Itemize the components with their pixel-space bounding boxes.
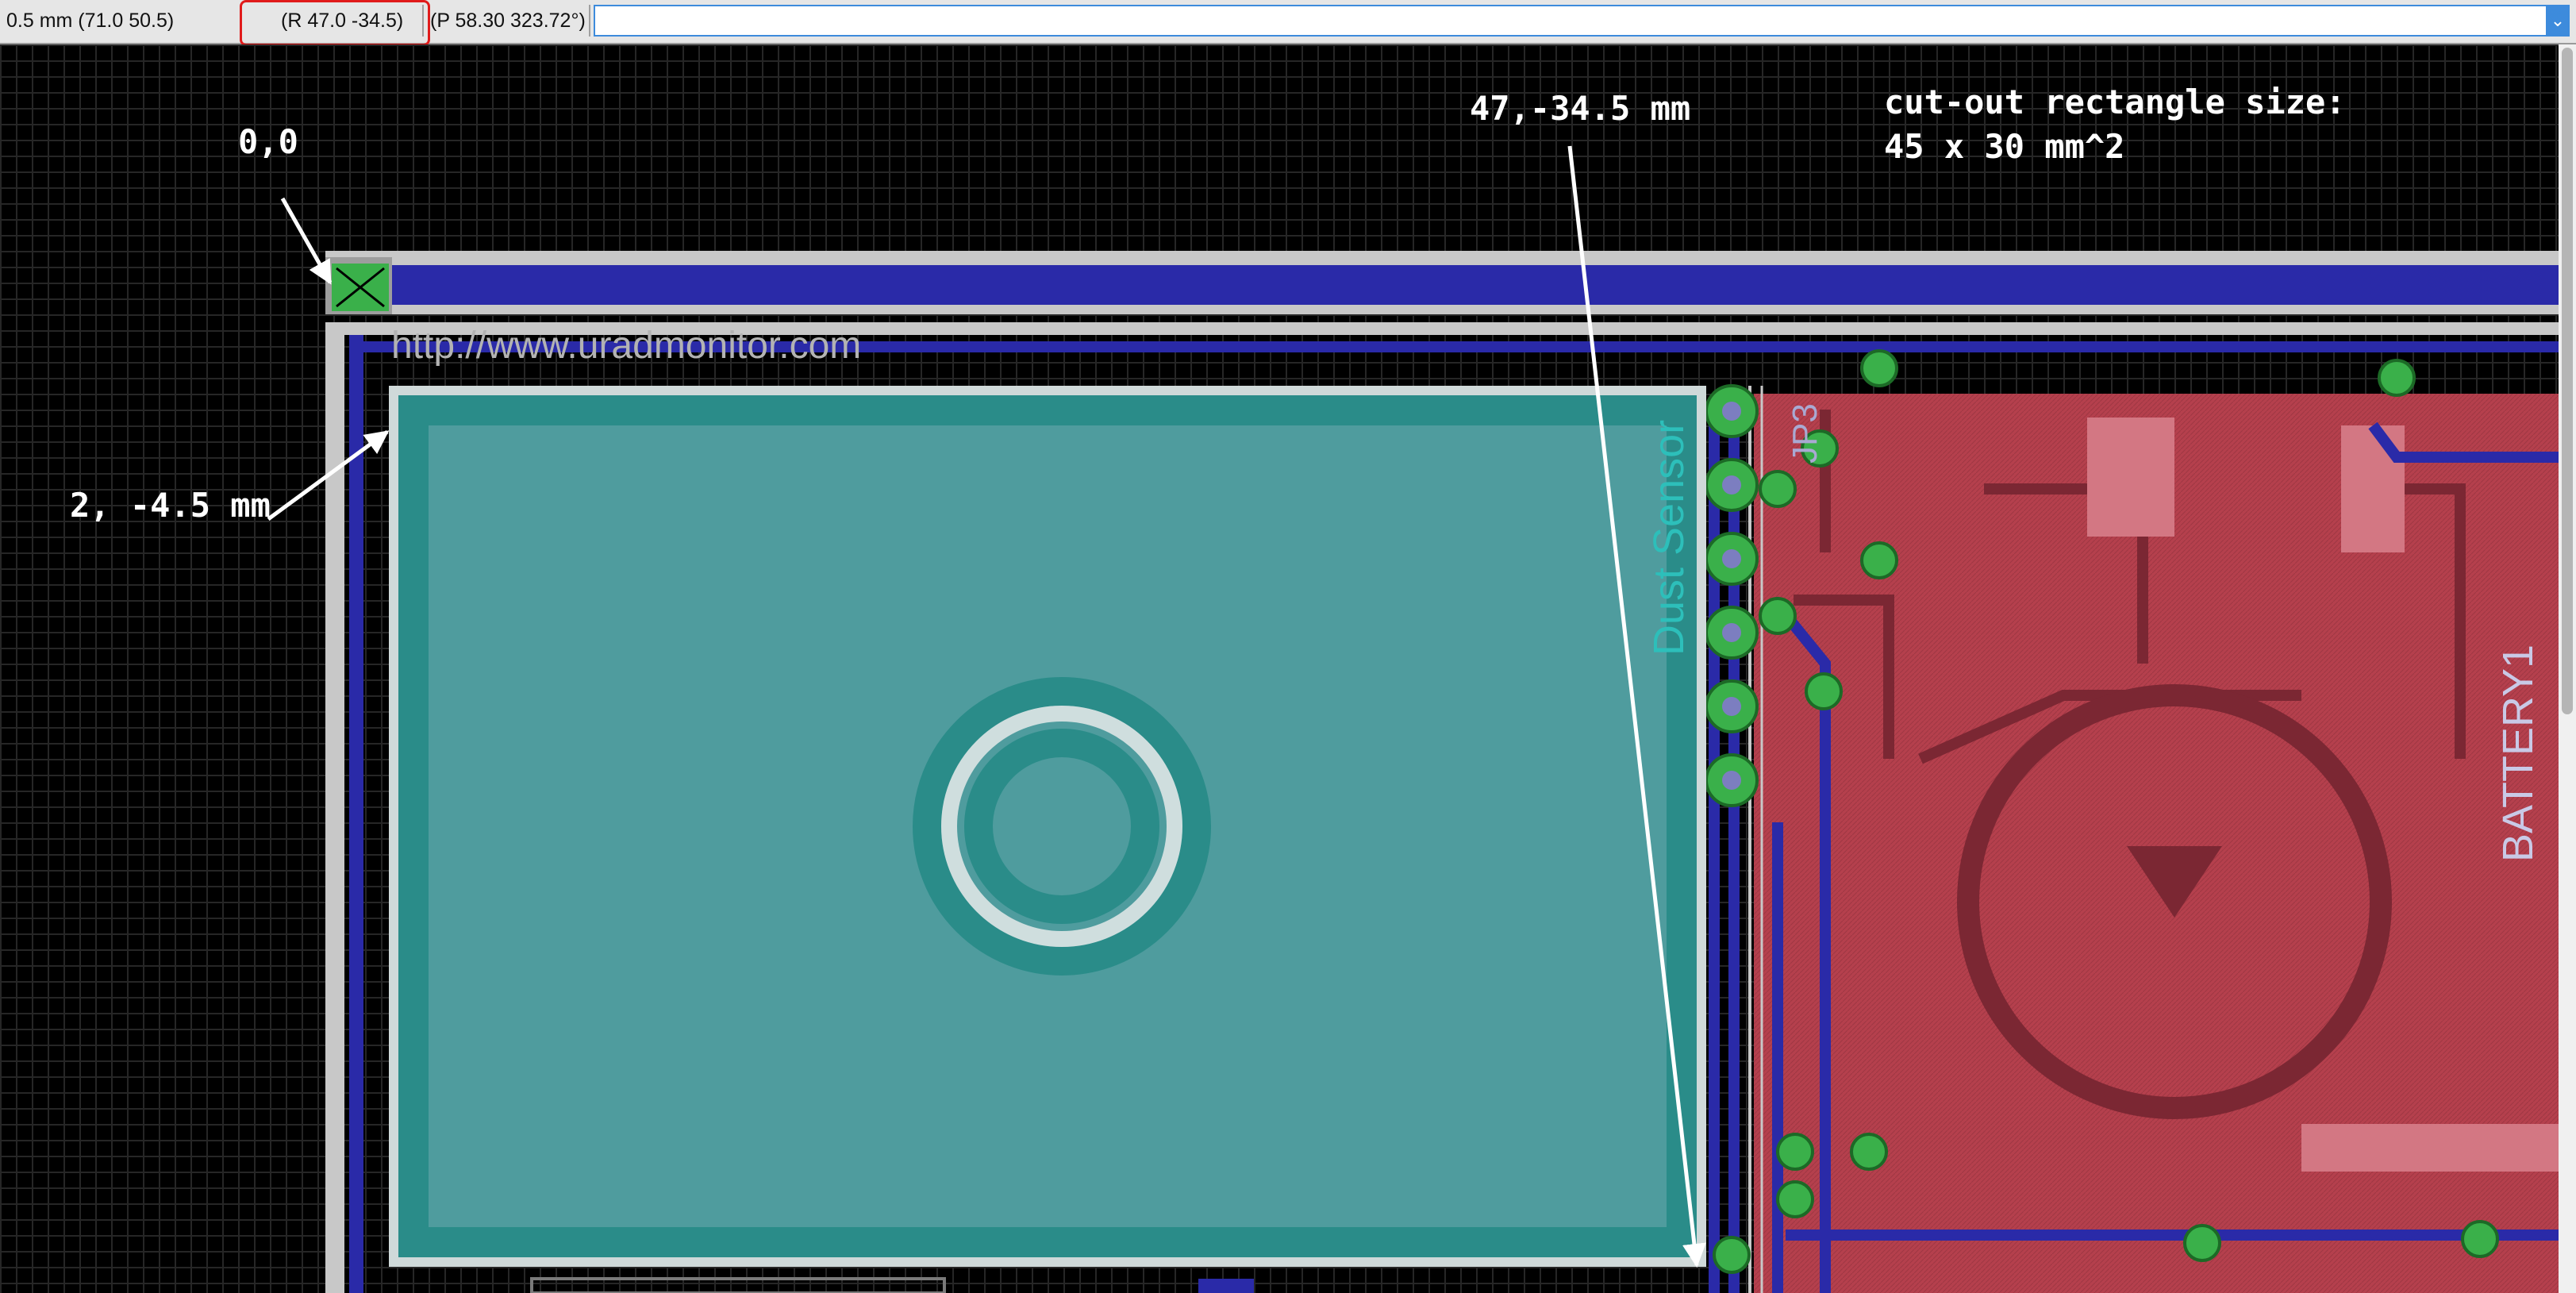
origin-arrow — [280, 197, 333, 285]
silkscreen-dust-sensor: Dust Sensor — [1645, 419, 1693, 656]
command-input[interactable] — [595, 6, 2557, 35]
cutout-rectangle — [389, 386, 1706, 1267]
command-history-dropdown[interactable]: ⌄ — [2546, 5, 2570, 37]
silkscreen-battery: BATTERY1 — [2494, 644, 2542, 862]
scrollbar-thumb[interactable] — [2562, 48, 2573, 714]
top-left-annotation: 2, -4.5 mm — [70, 486, 271, 525]
cutout-size-line1: cut-out rectangle size: — [1884, 83, 2346, 121]
board-top-edge — [325, 251, 2559, 314]
silkscreen-url: http://www.uradmonitor.com — [391, 325, 862, 367]
command-line[interactable] — [594, 5, 2559, 37]
pcb-drawing — [267, 145, 2559, 1293]
vertical-scrollbar[interactable] — [2559, 44, 2576, 1293]
cutout-size-line2: 45 x 30 mm^2 — [1884, 127, 2125, 166]
status-bar: 0.5 mm (71.0 50.5) (R 47.0 -34.5) (P 58.… — [0, 0, 2576, 46]
grid-coordinate-display: 0.5 mm (71.0 50.5) — [0, 5, 242, 37]
eagle-board-editor: 0.5 mm (71.0 50.5) (R 47.0 -34.5) (P 58.… — [0, 0, 2576, 1293]
bottom-right-annotation: 47,-34.5 mm — [1470, 89, 1691, 128]
silkscreen-jp3: JP3 — [1786, 403, 1824, 464]
chevron-down-icon: ⌄ — [2550, 10, 2566, 30]
origin-annotation: 0,0 — [238, 122, 298, 161]
highlight-annotation-box — [240, 0, 430, 46]
polar-coordinate-display: (P 58.30 323.72°) — [424, 5, 590, 37]
layout-canvas[interactable]: http://www.uradmonitor.com Dust Sensor J… — [0, 44, 2559, 1293]
